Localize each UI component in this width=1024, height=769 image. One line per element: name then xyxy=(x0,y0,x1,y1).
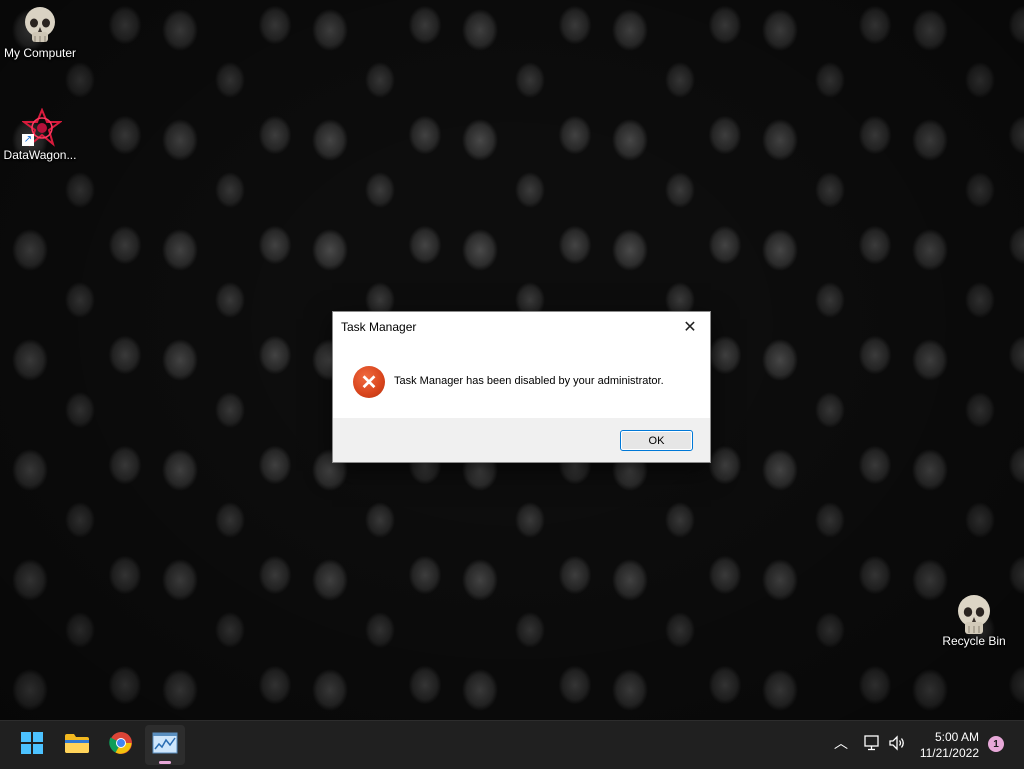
dialog-message: Task Manager has been disabled by your a… xyxy=(394,375,664,387)
taskbar-task-manager[interactable] xyxy=(145,725,185,765)
dialog-titlebar[interactable]: Task Manager ✕ xyxy=(333,312,710,342)
datawagon-app-icon: ↗ xyxy=(20,107,64,147)
dialog-body: ✕ Task Manager has been disabled by your… xyxy=(333,342,710,418)
windows-logo-icon xyxy=(20,731,44,760)
dialog-footer: OK xyxy=(333,418,710,462)
tray-overflow-chevron-icon[interactable]: ︿ xyxy=(834,733,848,753)
taskbar-file-explorer[interactable] xyxy=(57,725,97,765)
close-icon: ✕ xyxy=(683,319,697,336)
desktop-icon-label: My Computer xyxy=(3,46,77,60)
desktop-icon-label: DataWagon... xyxy=(3,148,77,162)
dialog-title: Task Manager xyxy=(341,320,417,334)
chrome-icon xyxy=(109,731,133,760)
notification-badge[interactable]: 1 xyxy=(988,736,1004,752)
error-icon: ✕ xyxy=(353,366,385,398)
folder-icon xyxy=(64,732,90,759)
clock-date: 11/21/2022 xyxy=(919,746,979,760)
volume-icon[interactable] xyxy=(888,734,906,757)
skull-icon xyxy=(956,594,992,634)
task-manager-error-dialog: Task Manager ✕ ✕ Task Manager has been d… xyxy=(332,311,711,463)
desktop-icon-my-computer[interactable]: My Computer xyxy=(0,6,80,60)
task-manager-icon xyxy=(152,732,178,759)
error-icon-glyph: ✕ xyxy=(360,371,378,394)
taskbar-chrome[interactable] xyxy=(101,725,141,765)
close-button[interactable]: ✕ xyxy=(670,312,710,342)
system-clock[interactable]: 5:00 AM 11/21/2022 xyxy=(915,729,979,761)
clock-time: 5:00 AM xyxy=(934,730,979,744)
start-button[interactable] xyxy=(12,725,52,765)
desktop-icon-datawagon[interactable]: ↗ DataWagon... xyxy=(0,107,80,162)
desktop-icon-recycle-bin[interactable]: Recycle Bin xyxy=(934,594,1014,648)
network-icon[interactable] xyxy=(863,734,881,757)
ok-button[interactable]: OK xyxy=(620,430,693,451)
shortcut-arrow-icon: ↗ xyxy=(22,134,34,146)
skull-icon xyxy=(22,6,58,42)
